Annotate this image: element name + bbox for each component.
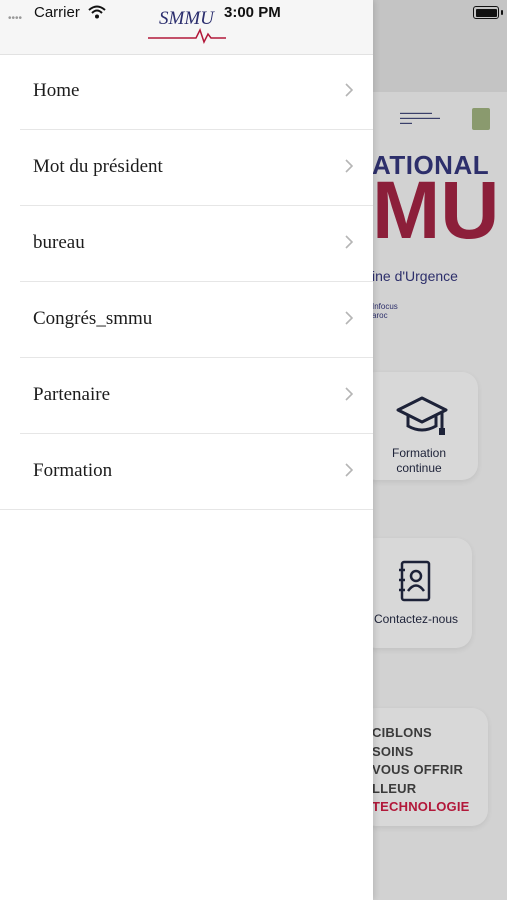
promo-highlight: TECHNOLOGIE [372,799,470,814]
menu-item-label: Congrés_smmu [33,308,153,329]
menu-item-partenaire[interactable]: Partenaire [20,358,373,434]
banner-logo-text: MU [372,165,500,256]
menu-item-label: bureau [33,232,85,253]
chevron-right-icon [345,235,353,249]
smmu-logo: SMMU [148,8,228,44]
menu-item-bureau[interactable]: bureau [20,206,373,282]
menu-item-label: Mot du président [33,156,163,177]
graduation-cap-icon [396,396,448,435]
menu-item-mot-du-president[interactable]: Mot du président [20,130,373,206]
menu-item-label: Home [33,80,80,101]
contactez-nous-label: Contactez-nous [373,612,459,626]
promo-text: CIBLONS SOINS VOUS OFFRIR LLEUR TECHNOLO… [372,724,470,817]
carrier-label: Carrier [34,4,80,21]
chevron-right-icon [345,463,353,477]
chevron-right-icon [345,387,353,401]
menu-item-home[interactable]: Home [20,54,373,130]
drawer-header: •••• Carrier SMMU 3:00 PM [0,0,373,55]
banner-small-text: Infocus aroc [372,302,398,320]
formation-continue-card[interactable]: Formation continue [360,372,478,480]
battery-icon [473,6,503,19]
university-emblem-icon [472,108,490,130]
wifi-icon [88,5,106,19]
contactez-nous-card[interactable]: Contactez-nous [360,538,472,648]
chevron-right-icon [345,159,353,173]
formation-continue-label: Formation continue [391,446,447,475]
signal-dots: •••• [8,13,23,24]
menu-item-label: Partenaire [33,384,111,405]
banner-subtitle: ine d'Urgence [372,268,458,284]
chevron-right-icon [345,311,353,325]
heartbeat-line-icon [148,28,226,44]
contact-book-icon [399,560,431,602]
menu-item-label: Formation [33,460,113,481]
drawer-menu: Home Mot du président bureau Congrés_smm… [0,54,373,510]
menu-item-congres-smmu[interactable]: Congrés_smmu [20,282,373,358]
university-caption: ▬▬▬▬▬▬▬▬ ▬▬▬▬▬▬▬▬▬▬ ▬▬▬ [400,110,440,125]
promo-card[interactable]: CIBLONS SOINS VOUS OFFRIR LLEUR TECHNOLO… [360,708,488,826]
chevron-right-icon [345,83,353,97]
menu-item-formation[interactable]: Formation [0,434,373,510]
status-time: 3:00 PM [224,4,281,21]
side-drawer: •••• Carrier SMMU 3:00 PM Home Mot du pr… [0,0,373,900]
